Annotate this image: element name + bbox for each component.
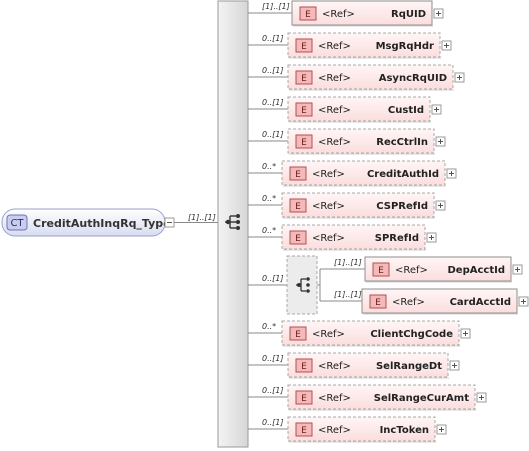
expand-toggle[interactable] (433, 8, 444, 19)
element-multiplicity: 0..[1] (262, 418, 284, 427)
element-badge-label: E (301, 106, 307, 116)
sequence-compositor[interactable] (217, 0, 249, 448)
element-name: DepAcctId (448, 265, 506, 276)
option-multiplicity: [1]..[1] (334, 258, 362, 267)
element-badge-label: E (305, 10, 311, 20)
choice-compositor[interactable] (286, 255, 318, 315)
expand-toggle[interactable] (436, 424, 447, 435)
element-node-async-rq-uid[interactable]: E <Ref> AsyncRqUID (287, 64, 454, 91)
expand-toggle[interactable] (518, 296, 529, 307)
element-name: AsyncRqUID (379, 73, 447, 84)
root-multiplicity: [1]..[1] (188, 213, 216, 222)
option-multiplicity: [1]..[1] (334, 290, 362, 299)
element-badge-label: E (301, 362, 307, 372)
element-badge-label: E (378, 266, 384, 276)
element-multiplicity: 0..[1] (262, 354, 284, 363)
element-node-cust-id[interactable]: E <Ref> CustId (287, 96, 431, 123)
element-node-spref-id[interactable]: E <Ref> SPRefId (281, 224, 426, 251)
element-multiplicity: 0..* (262, 322, 276, 331)
element-multiplicity: 0..* (262, 162, 276, 171)
element-node-dep-acct-id[interactable]: E <Ref> DepAcctId (364, 256, 512, 283)
element-list: [1]..[1] E <Ref> RqUID 0..[1] E <Ref> MsgRqHdr 0… (248, 0, 487, 443)
expand-toggle[interactable] (426, 232, 437, 243)
element-node-rq-uid[interactable]: E <Ref> RqUID (291, 0, 433, 27)
ref-label: <Ref> (312, 233, 345, 244)
expand-toggle[interactable] (441, 40, 452, 51)
expand-toggle[interactable] (460, 328, 471, 339)
ref-label: <Ref> (318, 73, 351, 84)
element-name: IncToken (380, 425, 429, 436)
element-name: SPRefId (375, 233, 419, 244)
ref-label: <Ref> (318, 361, 351, 372)
ct-badge-label: CT (10, 218, 24, 229)
root-type-name: CreditAuthInqRq_Type (33, 217, 171, 230)
element-badge-label: E (301, 426, 307, 436)
element-name: CreditAuthId (367, 169, 439, 180)
element-node-client-chg-code[interactable]: E <Ref> ClientChgCode (281, 320, 460, 347)
element-multiplicity: [1]..[1] (262, 2, 290, 11)
choice-multiplicity: 0..[1] (262, 274, 284, 283)
ref-label: <Ref> (318, 137, 351, 148)
expand-toggle[interactable] (476, 392, 487, 403)
expand-toggle[interactable] (454, 72, 465, 83)
element-node-rec-ctrl-in[interactable]: E <Ref> RecCtrlIn (287, 128, 435, 155)
expand-toggle[interactable] (446, 168, 457, 179)
element-name: MsgRqHdr (376, 41, 434, 52)
element-node-sel-range-cur-amt[interactable]: E <Ref> SelRangeCurAmt (287, 384, 476, 411)
expand-toggle[interactable] (512, 264, 523, 275)
element-name: RecCtrlIn (376, 137, 428, 148)
element-node-inc-token[interactable]: E <Ref> IncToken (287, 416, 436, 443)
element-name: SelRangeDt (376, 361, 442, 372)
ref-label: <Ref> (312, 201, 345, 212)
element-multiplicity: 0..[1] (262, 98, 284, 107)
ref-label: <Ref> (318, 105, 351, 116)
expand-toggle[interactable] (449, 360, 460, 371)
element-name: CSPRefId (376, 201, 428, 212)
element-name: SelRangeCurAmt (374, 393, 469, 404)
ref-label: <Ref> (318, 393, 351, 404)
element-badge-label: E (375, 298, 381, 308)
element-multiplicity: 0..[1] (262, 386, 284, 395)
element-badge-label: E (295, 234, 301, 244)
expand-toggle[interactable] (435, 136, 446, 147)
element-multiplicity: 0..[1] (262, 34, 284, 43)
root-type-node[interactable]: CT CreditAuthInqRq_Type (1, 208, 171, 237)
element-node-msg-rq-hdr[interactable]: E <Ref> MsgRqHdr (287, 32, 441, 59)
element-name: RqUID (391, 9, 426, 20)
element-badge-label: E (295, 330, 301, 340)
element-badge-label: E (301, 394, 307, 404)
element-node-sel-range-dt[interactable]: E <Ref> SelRangeDt (287, 352, 449, 379)
ref-label: <Ref> (322, 9, 355, 20)
element-multiplicity: 0..[1] (262, 66, 284, 75)
element-multiplicity: 0..[1] (262, 130, 284, 139)
ref-label: <Ref> (395, 265, 428, 276)
element-badge-label: E (301, 138, 307, 148)
ref-label: <Ref> (312, 329, 345, 340)
element-multiplicity: 0..* (262, 194, 276, 203)
choice-group: 0..[1] [1]..[1] E <Ref> DepAcctId [1]..[1] E <R… (248, 255, 529, 315)
element-name: CustId (388, 105, 424, 116)
element-badge-label: E (295, 170, 301, 180)
expand-toggle[interactable] (435, 200, 446, 211)
ref-label: <Ref> (318, 425, 351, 436)
element-badge-label: E (295, 202, 301, 212)
element-node-card-acct-id[interactable]: E <Ref> CardAcctId (361, 288, 518, 315)
element-node-cspref-id[interactable]: E <Ref> CSPRefId (281, 192, 435, 219)
element-name: CardAcctId (450, 297, 511, 308)
ref-label: <Ref> (392, 297, 425, 308)
ref-label: <Ref> (312, 169, 345, 180)
schema-diagram: CT CreditAuthInqRq_Type [1]..[1] [1]..[1… (1, 0, 529, 448)
expand-toggle[interactable] (431, 104, 442, 115)
ref-label: <Ref> (318, 41, 351, 52)
element-node-credit-auth-id[interactable]: E <Ref> CreditAuthId (281, 160, 446, 187)
root-expand-toggle[interactable] (164, 217, 175, 228)
element-badge-label: E (301, 42, 307, 52)
element-multiplicity: 0..* (262, 226, 276, 235)
element-badge-label: E (301, 74, 307, 84)
element-name: ClientChgCode (370, 329, 453, 340)
